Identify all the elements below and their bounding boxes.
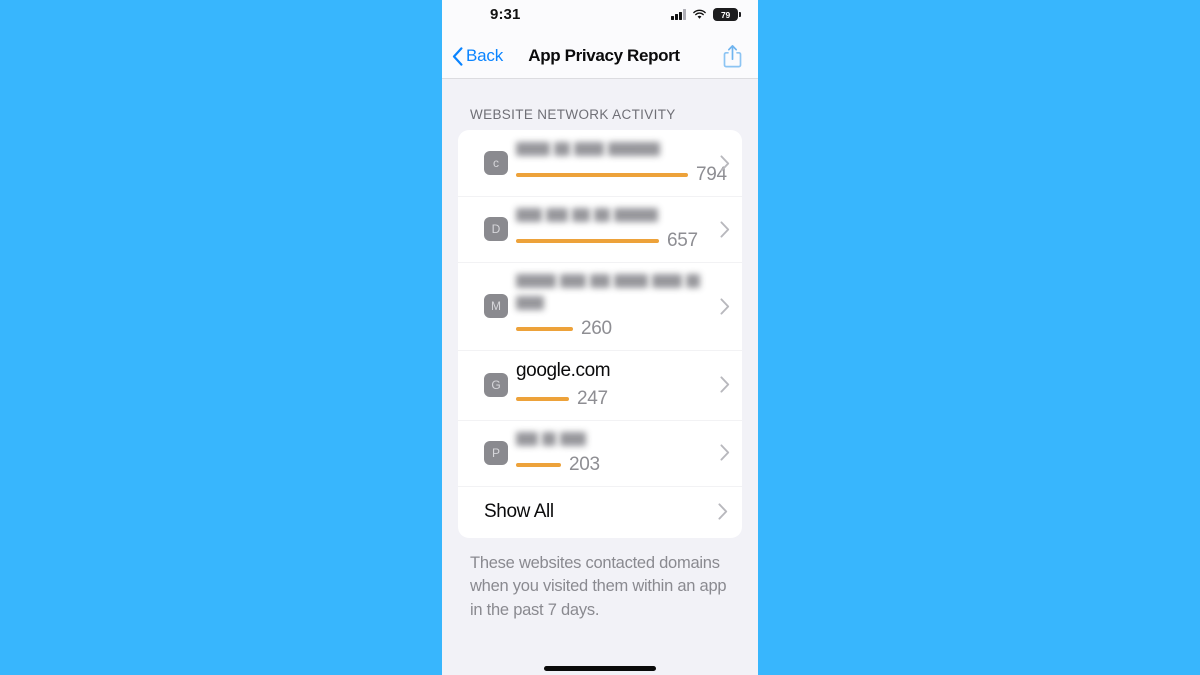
chevron-right-icon [720, 444, 730, 461]
status-bar-time: 9:31 [490, 6, 521, 23]
domain-name-redacted [516, 206, 714, 224]
chevron-right-icon [720, 220, 730, 238]
activity-count: 247 [577, 387, 608, 409]
row-body: 657 [516, 196, 714, 262]
table-row[interactable]: Ggoogle.com 247 [458, 350, 742, 420]
activity-bar-group: 794 [516, 164, 727, 186]
avatar: c [484, 151, 508, 175]
footer-note: These websites contacted domains when yo… [470, 553, 727, 619]
domain-name: google.com [516, 360, 611, 381]
row-body: 794 [516, 130, 727, 196]
website-list: c 794 D 657 M 260 Ggoogle.com 247 P 203 [458, 130, 742, 486]
activity-bar-group: 247 [516, 388, 714, 410]
table-row[interactable]: M 260 [458, 262, 742, 350]
cellular-signal-icon [671, 9, 686, 20]
screenshot-canvas: 9:31 79 Back App Privacy Report WEBSITE … [0, 0, 1200, 675]
battery-indicator: 79 [713, 8, 741, 21]
activity-bar [516, 327, 573, 331]
page-title: App Privacy Report [528, 46, 680, 65]
content-area: WEBSITE NETWORK ACTIVITY c 794 D 657 M 260 Ggo… [442, 79, 758, 675]
activity-bar-group: 657 [516, 230, 714, 252]
show-all-button[interactable]: Show All [458, 486, 742, 538]
activity-bar [516, 173, 688, 177]
section-header: WEBSITE NETWORK ACTIVITY [470, 107, 676, 122]
domain-name-redacted [516, 294, 714, 312]
table-row[interactable]: D 657 [458, 196, 742, 262]
domain-name-redacted [516, 140, 714, 158]
avatar: G [484, 372, 508, 397]
activity-bar-group: 203 [516, 454, 714, 476]
status-bar-indicators: 79 [671, 8, 741, 21]
avatar: M [484, 294, 508, 318]
activity-count: 260 [581, 318, 612, 339]
activity-bar [516, 396, 569, 401]
table-row[interactable]: c 794 [458, 130, 742, 196]
chevron-right-icon [720, 376, 730, 393]
row-body: google.com 247 [516, 350, 714, 420]
share-icon [723, 45, 742, 68]
avatar: D [484, 217, 508, 241]
status-bar: 9:31 79 [442, 0, 758, 34]
phone-screen: 9:31 79 Back App Privacy Report WEBSITE … [442, 0, 758, 675]
avatar: P [484, 440, 508, 465]
wifi-icon [693, 9, 706, 19]
row-body: 260 [516, 262, 714, 350]
show-all-label: Show All [484, 500, 554, 522]
activity-bar [516, 462, 561, 467]
domain-name-redacted [516, 430, 714, 448]
activity-bar [516, 239, 659, 243]
activity-count: 657 [667, 230, 698, 251]
chevron-right-icon [720, 297, 730, 315]
share-button[interactable] [723, 34, 742, 78]
home-indicator[interactable] [544, 666, 656, 671]
table-row[interactable]: P 203 [458, 420, 742, 486]
website-activity-card: c 794 D 657 M 260 Ggoogle.com 247 P 203 Show All [458, 130, 742, 538]
chevron-right-icon [720, 154, 730, 172]
navigation-bar: Back App Privacy Report [442, 34, 758, 79]
domain-name-redacted [516, 272, 714, 290]
activity-count: 203 [569, 453, 600, 475]
row-body: 203 [516, 420, 714, 486]
chevron-right-icon [718, 503, 728, 520]
activity-bar-group: 260 [516, 318, 714, 340]
